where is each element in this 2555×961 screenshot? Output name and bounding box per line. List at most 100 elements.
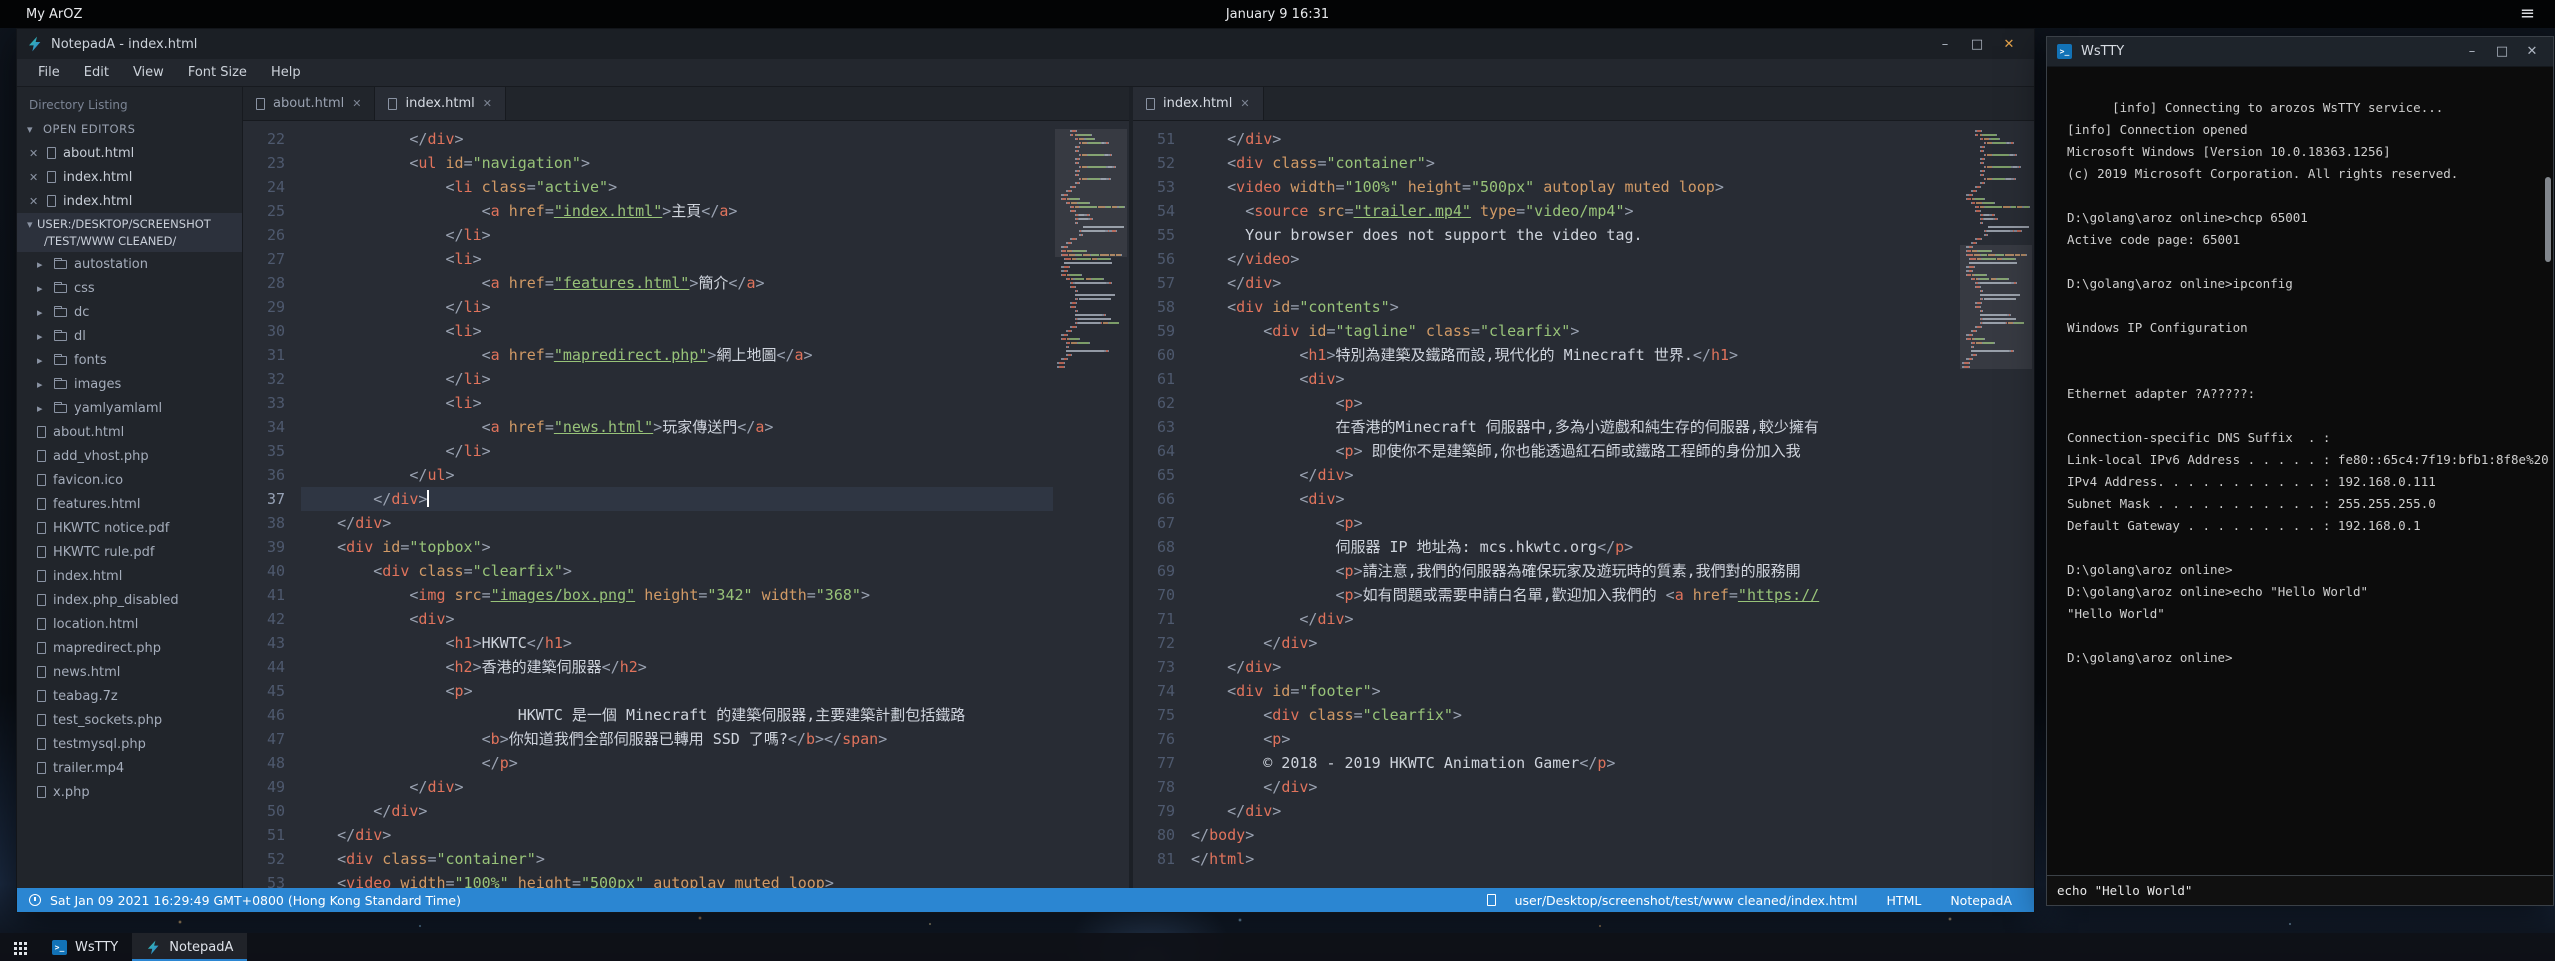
code-editor-right[interactable]: </div> <div class="container"> <video wi… — [1191, 127, 1958, 888]
close-icon[interactable]: ✕ — [29, 147, 40, 160]
tree-file-item[interactable]: add_vhost.php — [17, 444, 242, 468]
code-line[interactable]: <h1>HKWTC</h1> — [301, 631, 1053, 655]
status-language-mode[interactable]: HTML — [1877, 893, 1932, 908]
tree-folder-item[interactable]: ▸images — [17, 372, 242, 396]
maximize-icon[interactable]: □ — [2491, 44, 2513, 59]
tree-folder-item[interactable]: ▸yamlyamlaml — [17, 396, 242, 420]
code-line[interactable]: <div id="footer"> — [1191, 679, 1958, 703]
tree-file-item[interactable]: mapredirect.php — [17, 636, 242, 660]
code-line[interactable]: <p> 即使你不是建築師,你也能透過紅石師或鐵路工程師的身份加入我 — [1191, 439, 1958, 463]
tree-file-item[interactable]: news.html — [17, 660, 242, 684]
code-line[interactable]: </li> — [301, 367, 1053, 391]
code-line[interactable]: </p> — [301, 751, 1053, 775]
tree-file-item[interactable]: index.php_disabled — [17, 588, 242, 612]
code-line[interactable]: </div> — [1191, 607, 1958, 631]
code-line[interactable]: <div> — [1191, 367, 1958, 391]
code-line[interactable]: <p> — [1191, 511, 1958, 535]
tree-file-item[interactable]: location.html — [17, 612, 242, 636]
close-icon[interactable]: ✕ — [29, 171, 40, 184]
tree-file-item[interactable]: x.php — [17, 780, 242, 804]
code-line[interactable]: </div> — [1191, 631, 1958, 655]
scrollbar-thumb[interactable] — [2545, 177, 2551, 262]
code-line[interactable]: <li> — [301, 391, 1053, 415]
code-line[interactable]: <a href="features.html">簡介</a> — [301, 271, 1053, 295]
code-line[interactable]: <div class="clearfix"> — [301, 559, 1053, 583]
menu-view[interactable]: View — [122, 61, 175, 84]
code-line[interactable]: <source src="trailer.mp4" type="video/mp… — [1191, 199, 1958, 223]
open-editor-item[interactable]: ✕about.html — [17, 141, 242, 165]
close-icon[interactable]: ✕ — [1998, 37, 2020, 52]
open-editor-item[interactable]: ✕index.html — [17, 189, 242, 213]
code-line[interactable]: </li> — [301, 295, 1053, 319]
code-line[interactable]: <div class="clearfix"> — [1191, 703, 1958, 727]
tree-folder-item[interactable]: ▸autostation — [17, 252, 242, 276]
code-line[interactable]: <ul id="navigation"> — [301, 151, 1053, 175]
tree-file-item[interactable]: HKWTC rule.pdf — [17, 540, 242, 564]
code-line[interactable]: </div> — [301, 511, 1053, 535]
code-line[interactable]: <video width="100%" height="500px" autop… — [301, 871, 1053, 888]
code-line[interactable]: <a href="news.html">玩家傳送門</a> — [301, 415, 1053, 439]
code-line[interactable]: <p>如有問題或需要申請白名單,歡迎加入我們的 <a href="https:/… — [1191, 583, 1958, 607]
code-line[interactable]: </div> — [1191, 655, 1958, 679]
status-file-path[interactable]: user/Desktop/screenshot/test/www cleaned… — [1505, 893, 1868, 908]
open-editors-section[interactable]: ▾ OPEN EDITORS — [17, 117, 242, 141]
notepada-title-bar[interactable]: NotepadA - index.html – □ ✕ — [17, 29, 2034, 59]
code-line[interactable]: <a href="index.html">主頁</a> — [301, 199, 1053, 223]
code-line[interactable]: </li> — [301, 223, 1053, 247]
code-line[interactable]: <p> — [1191, 391, 1958, 415]
code-line[interactable]: </body> — [1191, 823, 1958, 847]
minimap-left[interactable] — [1053, 127, 1129, 888]
workspace-folder[interactable]: ▾USER:/DESKTOP/SCREENSHOT /TEST/WWW CLEA… — [17, 213, 242, 252]
code-line[interactable]: <li> — [301, 247, 1053, 271]
code-line[interactable]: <div id="contents"> — [1191, 295, 1958, 319]
close-icon[interactable]: ✕ — [2521, 44, 2543, 59]
tree-file-item[interactable]: HKWTC notice.pdf — [17, 516, 242, 540]
code-line[interactable]: <div class="container"> — [301, 847, 1053, 871]
code-line[interactable]: <li> — [301, 319, 1053, 343]
code-line[interactable]: </div> — [1191, 775, 1958, 799]
code-line[interactable]: </video> — [1191, 247, 1958, 271]
minimize-icon[interactable]: – — [2461, 44, 2483, 59]
code-line[interactable]: <h2>香港的建築伺服器</h2> — [301, 655, 1053, 679]
tree-file-item[interactable]: features.html — [17, 492, 242, 516]
code-line[interactable]: <h1>特別為建築及鐵路而設,現代化的 Minecraft 世界.</h1> — [1191, 343, 1958, 367]
tree-file-item[interactable]: about.html — [17, 420, 242, 444]
code-line[interactable]: </div> — [301, 127, 1053, 151]
code-line[interactable]: <div id="tagline" class="clearfix"> — [1191, 319, 1958, 343]
tree-file-item[interactable]: test_sockets.php — [17, 708, 242, 732]
open-editor-item[interactable]: ✕index.html — [17, 165, 242, 189]
tree-file-item[interactable]: trailer.mp4 — [17, 756, 242, 780]
code-line[interactable]: 伺服器 IP 地址為: mcs.hkwtc.org</p> — [1191, 535, 1958, 559]
taskbar-item-notepada[interactable]: NotepadA — [132, 933, 247, 961]
tree-folder-item[interactable]: ▸dl — [17, 324, 242, 348]
maximize-icon[interactable]: □ — [1966, 37, 1988, 52]
code-line[interactable]: </div> — [301, 487, 1053, 511]
tab-close-icon[interactable]: ✕ — [352, 97, 361, 110]
code-line[interactable]: <p> — [301, 679, 1053, 703]
code-line[interactable]: <a href="mapredirect.php">網上地圖</a> — [301, 343, 1053, 367]
code-line[interactable]: 在香港的Minecraft 伺服器中,多為小遊戲和純生存的伺服器,較少擁有 — [1191, 415, 1958, 439]
tree-folder-item[interactable]: ▸fonts — [17, 348, 242, 372]
code-line[interactable]: <p> — [1191, 727, 1958, 751]
code-line[interactable]: © 2018 - 2019 HKWTC Animation Gamer</p> — [1191, 751, 1958, 775]
code-line[interactable]: <li class="active"> — [301, 175, 1053, 199]
menu-file[interactable]: File — [27, 61, 71, 84]
status-app-name[interactable]: NotepadA — [1940, 893, 2022, 908]
code-line[interactable]: </div> — [1191, 799, 1958, 823]
close-icon[interactable]: ✕ — [29, 195, 40, 208]
tab-close-icon[interactable]: ✕ — [483, 97, 492, 110]
menu-font-size[interactable]: Font Size — [177, 61, 258, 84]
editor-tab-index.html[interactable]: index.html✕ — [375, 87, 506, 120]
code-line[interactable]: Your browser does not support the video … — [1191, 223, 1958, 247]
code-line[interactable]: <div> — [1191, 487, 1958, 511]
code-line[interactable]: <b>你知道我們全部伺服器已轉用 SSD 了嗎?</b></span> — [301, 727, 1053, 751]
code-line[interactable]: </ul> — [301, 463, 1053, 487]
code-line[interactable]: </div> — [301, 823, 1053, 847]
code-line[interactable]: </html> — [1191, 847, 1958, 871]
code-line[interactable]: <div id="topbox"> — [301, 535, 1053, 559]
editor-tab-about.html[interactable]: about.html✕ — [243, 87, 375, 120]
tree-folder-item[interactable]: ▸dc — [17, 300, 242, 324]
tree-file-item[interactable]: teabag.7z — [17, 684, 242, 708]
app-launcher-button[interactable] — [0, 933, 38, 961]
minimap-viewport[interactable] — [1055, 129, 1127, 257]
